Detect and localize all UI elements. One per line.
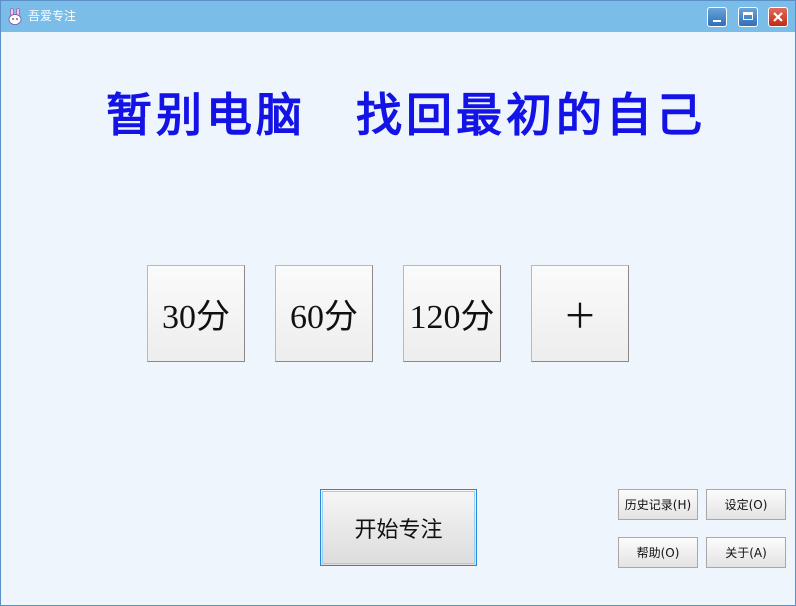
preset-120min-button[interactable]: 120分 (403, 265, 501, 362)
help-button[interactable]: 帮助(O) (618, 537, 698, 568)
add-preset-button[interactable]: ＋ (531, 265, 629, 362)
title-bar[interactable]: 吾爱专注 (1, 1, 795, 32)
app-window: 吾爱专注 暂别电脑 找回最初的自己 30分 60分 120分 ＋ 开始专注 历史… (0, 0, 796, 606)
preset-30min-button[interactable]: 30分 (147, 265, 245, 362)
window-title: 吾爱专注 (28, 9, 77, 23)
preset-60min-button[interactable]: 60分 (275, 265, 373, 362)
close-button[interactable] (768, 7, 788, 27)
rabbit-icon (7, 7, 23, 25)
about-button[interactable]: 关于(A) (706, 537, 786, 568)
minimize-button[interactable] (707, 7, 727, 27)
headline: 暂别电脑 找回最初的自己 (106, 88, 706, 142)
settings-button[interactable]: 设定(O) (706, 489, 786, 520)
close-icon (773, 12, 783, 22)
maximize-button[interactable] (738, 7, 758, 27)
start-focus-button[interactable]: 开始专注 (320, 489, 477, 566)
history-button[interactable]: 历史记录(H) (618, 489, 698, 520)
